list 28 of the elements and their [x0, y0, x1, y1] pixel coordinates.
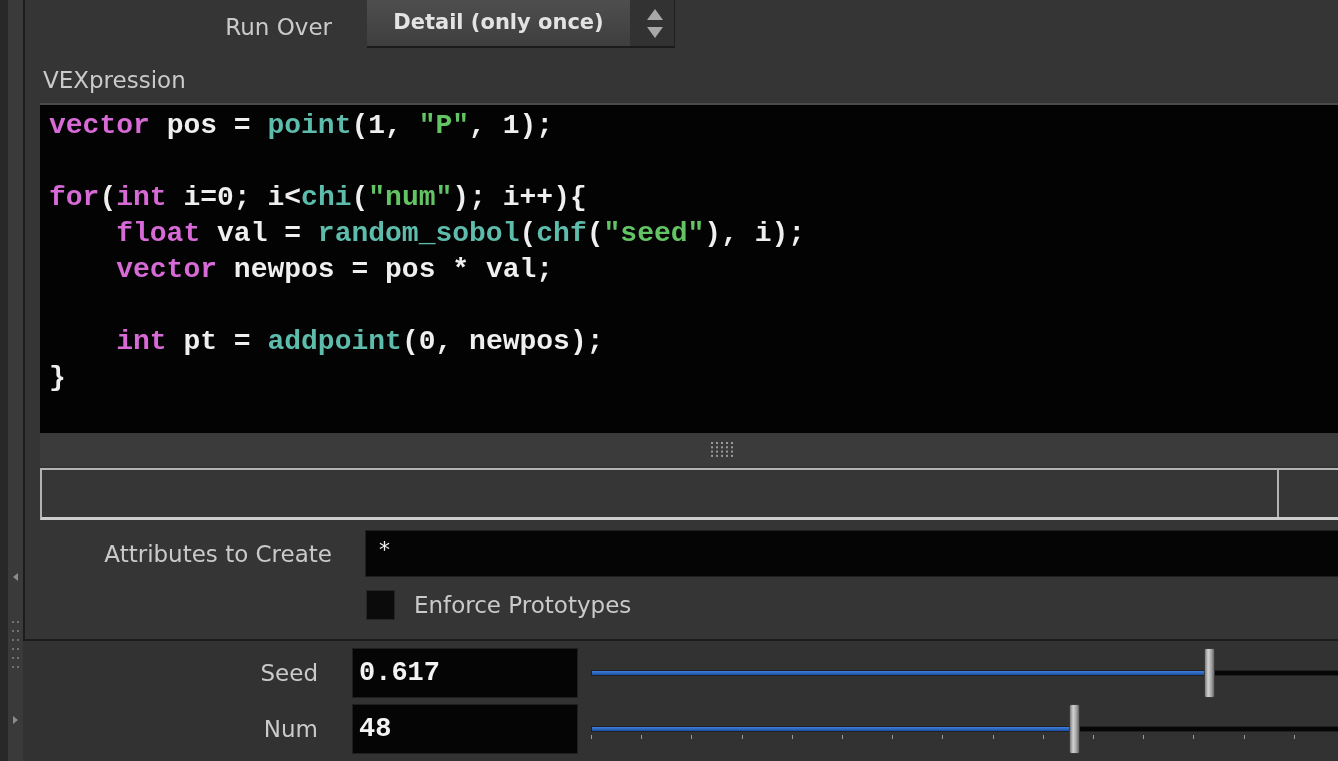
grip-icon[interactable] — [12, 621, 19, 668]
code-line: float val = random_sobol(chf("seed"), i); — [116, 217, 806, 251]
checkbox[interactable] — [366, 590, 395, 620]
code-editor[interactable]: vector pos = point(1, "P", 1); for(int i=0; i<chi("num"); i++){ float val = random_sobol(chf("seed"), i); vector newpos = pos * val; int pt = addpoint(0, newpos); } — [40, 103, 1338, 433]
number-field[interactable]: 48 — [352, 704, 578, 754]
dropdown[interactable]: Detail (only once) — [367, 0, 675, 48]
code-line: int pt = addpoint(0, newpos); — [116, 325, 604, 359]
up-down-arrows-icon[interactable] — [630, 0, 674, 46]
field-label: Num — [263, 716, 318, 742]
code-line: } — [49, 361, 66, 395]
slider-handle[interactable] — [1203, 648, 1215, 698]
left-arrow-icon[interactable] — [13, 573, 18, 581]
checkbox-label: Enforce Prototypes — [414, 592, 632, 618]
field-label: Run Over — [225, 13, 332, 40]
right-arrow-icon[interactable] — [13, 716, 18, 724]
slider-handle[interactable] — [1069, 704, 1081, 754]
input-field[interactable] — [40, 468, 1338, 520]
slider-track[interactable] — [591, 670, 1338, 676]
grip-icon[interactable] — [711, 442, 733, 457]
slider-track[interactable] — [591, 726, 1338, 732]
code-line: for(int i=0; i<chi("num"); i++){ — [49, 181, 587, 215]
code-line: vector pos = point(1, "P", 1); — [49, 109, 554, 143]
field-label: Seed — [260, 660, 318, 686]
number-field[interactable]: 0.617 — [352, 648, 578, 698]
section-label: VEXpression — [43, 66, 186, 94]
field-label: Attributes to Create — [104, 540, 332, 567]
code-line: vector newpos = pos * val; — [116, 253, 554, 287]
text-field[interactable]: * — [365, 530, 1338, 577]
